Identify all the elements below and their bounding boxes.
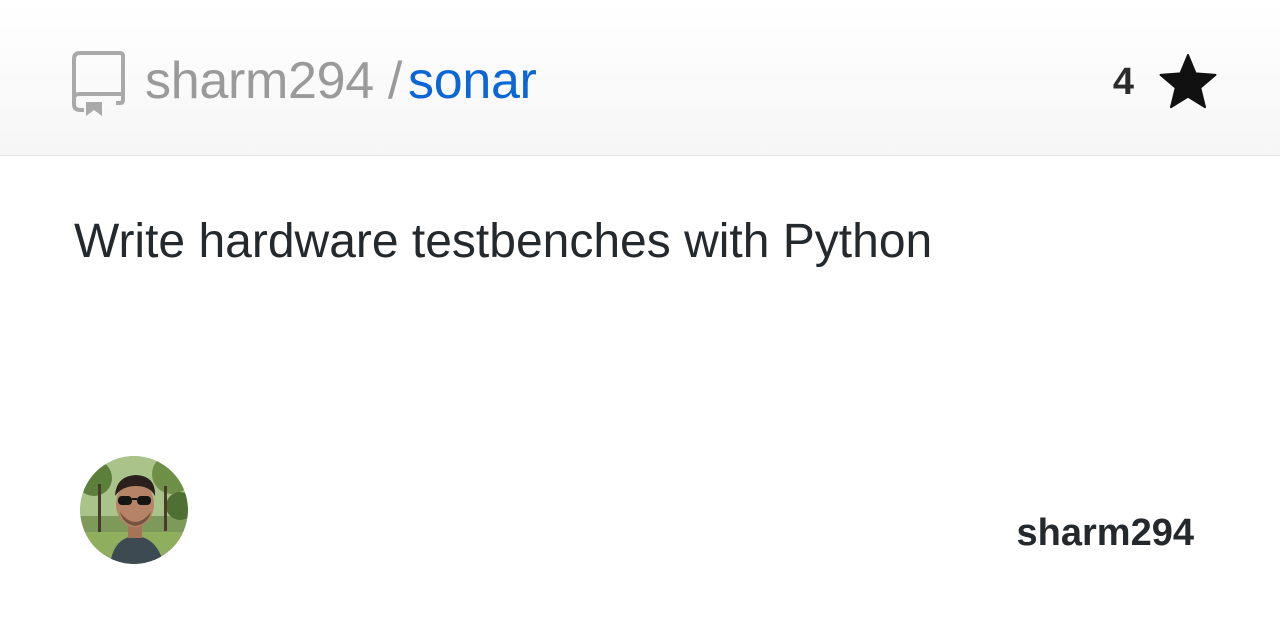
repo-description: Write hardware testbenches with Python — [74, 215, 933, 268]
star-count: 4 — [1112, 60, 1134, 103]
star-icon — [1159, 54, 1217, 109]
repo-path: sharm294/sonar — [145, 50, 537, 112]
path-separator: / — [387, 52, 402, 110]
star-counter[interactable]: 4 — [1113, 52, 1218, 112]
repo-name-link[interactable]: sonar — [408, 52, 537, 110]
repo-owner[interactable]: sharm294 — [145, 52, 374, 110]
card-header: sharm294/sonar 4 — [0, 0, 1280, 156]
repo-social-card: sharm294/sonar 4 Write hardware testbenc… — [0, 0, 1280, 640]
repo-icon — [72, 51, 125, 116]
user-avatar[interactable] — [80, 456, 188, 564]
author-username[interactable]: sharm294 — [1017, 512, 1194, 555]
